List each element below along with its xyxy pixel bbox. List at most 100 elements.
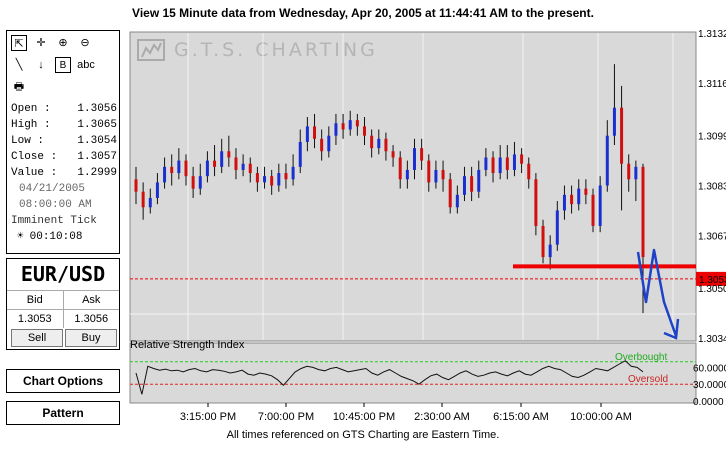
high-value: 1.3065 (77, 119, 117, 131)
chart-info-panel: ⇱ ✛ ⊕ ⊖ ╲ ↓ B abc 🖶 Open :1.3056 High :1… (6, 30, 120, 254)
candle-body (263, 176, 267, 183)
close-value: 1.3057 (77, 151, 117, 163)
oversold-label: Oversold (628, 374, 668, 385)
rsi-tick-label: 60.0000 (693, 363, 726, 374)
overbought-label: Overbought (615, 352, 667, 363)
candle-body (234, 157, 238, 170)
currency-pair-panel: EUR/USD Bid Ask 1.3053 1.3056 Sell Buy (6, 258, 120, 350)
sun-icon: ☀ (17, 231, 24, 243)
value-value: 1.2999 (77, 167, 117, 179)
candle-body (148, 197, 152, 208)
low-value: 1.3054 (77, 135, 117, 147)
candle-body (512, 154, 516, 170)
sell-button[interactable]: Sell (11, 329, 63, 347)
candle-body (355, 120, 359, 127)
candle-body (577, 188, 581, 205)
candle-body (248, 163, 252, 174)
candle-body (384, 138, 388, 152)
candle-body (434, 169, 438, 183)
imminent-tick-label: Imminent Tick (11, 215, 97, 227)
pointer-tool-icon[interactable]: ⇱ (11, 35, 27, 51)
line-tool-icon[interactable]: ╲ (11, 57, 27, 73)
currency-pair-name: EUR/USD (20, 262, 106, 286)
candle-body (284, 173, 288, 180)
candle-body (612, 107, 616, 136)
candle-body (241, 163, 245, 170)
imminent-tick-time: 00:10:08 (29, 231, 83, 243)
candle-body (391, 151, 395, 158)
candle-body (627, 163, 631, 180)
chart-area[interactable]: G.T.S. CHARTING 1.3053 1.31321.31161.309… (128, 29, 726, 451)
candle-body (412, 148, 416, 170)
zoom-out-tool-icon[interactable]: ⊖ (77, 35, 93, 51)
candle-body (584, 188, 588, 195)
x-tick-label: 6:15:00 AM (493, 411, 549, 423)
candle-body (220, 151, 224, 167)
candle-body (255, 173, 259, 183)
open-value: 1.3056 (77, 103, 117, 115)
ask-label: Ask (82, 294, 101, 306)
candle-body (184, 160, 188, 177)
rsi-plot-background (129, 342, 697, 404)
candle-body (327, 135, 331, 152)
candle-body (313, 126, 317, 139)
candle-body (505, 157, 509, 170)
candle (541, 219, 545, 264)
candle-body (334, 123, 338, 136)
pattern-button[interactable]: Pattern (6, 401, 120, 425)
candle-body (555, 210, 559, 245)
candle-body (441, 169, 445, 180)
buy-button[interactable]: Buy (65, 329, 117, 347)
candle-body (641, 166, 645, 258)
candle-body (427, 160, 431, 183)
bar-date: 04/21/2005 (19, 183, 86, 195)
candle-body (270, 176, 274, 186)
chart-options-button[interactable]: Chart Options (6, 369, 120, 393)
watermark-text: G.T.S. CHARTING (174, 39, 378, 61)
candle-body (370, 135, 374, 149)
candle-body (191, 176, 195, 189)
candle-body (291, 166, 295, 180)
candle-body (541, 225, 545, 258)
bid-value: 1.3053 (7, 310, 64, 328)
x-tick-label: 10:45:00 PM (333, 411, 395, 423)
candle-body (198, 176, 202, 189)
candle-body (462, 176, 466, 195)
candle-body (620, 107, 624, 164)
candle (534, 173, 538, 236)
text-box-tool-icon[interactable]: B (55, 57, 71, 73)
candle-body (605, 135, 609, 186)
candle-body (598, 185, 602, 226)
candle-body (477, 169, 481, 192)
candle-body (455, 194, 459, 208)
candle-body (141, 191, 145, 208)
text-tool-icon[interactable]: abc (73, 57, 99, 73)
candle-body (398, 157, 402, 180)
rsi-tick-label: 30.0000 (693, 380, 726, 391)
price-chart[interactable]: G.T.S. CHARTING 1.3053 1.31321.31161.309… (128, 29, 726, 430)
high-label: High (11, 119, 38, 131)
candle-body (405, 169, 409, 180)
candle-body (498, 157, 502, 174)
candle-body (520, 154, 524, 164)
rsi-tick-label: 0.0000 (693, 397, 724, 408)
y-tick-label: 1.3050 (698, 284, 726, 295)
candle-body (155, 182, 159, 198)
candle-body (570, 194, 574, 205)
crosshair-tool-icon[interactable]: ✛ (33, 35, 49, 51)
arrow-tool-icon[interactable]: ↓ (33, 57, 49, 73)
candle-body (348, 120, 352, 130)
zoom-in-tool-icon[interactable]: ⊕ (55, 35, 71, 51)
candle-body (484, 157, 488, 170)
candle-body (134, 179, 138, 192)
candle-body (341, 123, 345, 130)
y-tick-label: 1.3116 (698, 79, 726, 90)
candle-body (213, 160, 217, 167)
y-tick-label: 1.3083 (698, 182, 726, 193)
print-tool-icon[interactable]: 🖶 (11, 79, 27, 95)
candle-body (170, 166, 174, 174)
candle-body (534, 179, 538, 226)
candle (591, 188, 595, 233)
value-label: Value (11, 167, 45, 179)
candle-body (320, 138, 324, 152)
